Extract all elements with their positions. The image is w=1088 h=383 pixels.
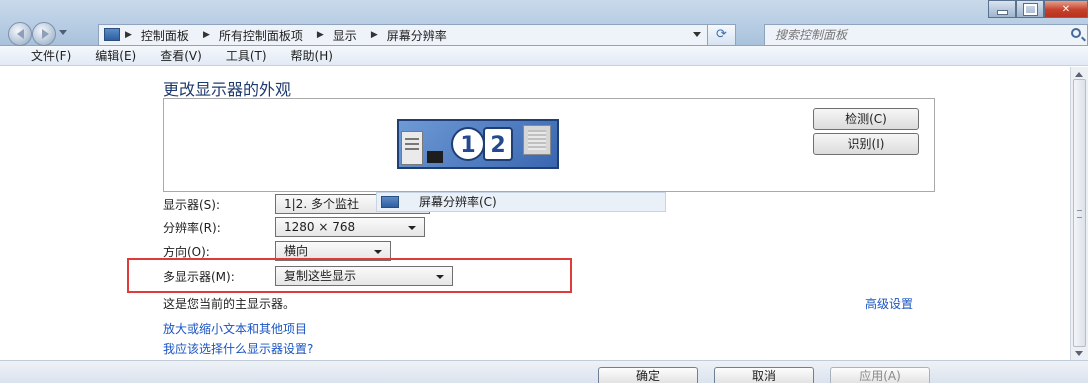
maximize-icon[interactable] (1016, 0, 1044, 18)
monitor-base (427, 151, 443, 163)
menu-view[interactable]: 查看(V) (160, 47, 202, 64)
control-panel-icon (104, 28, 120, 41)
identify-button[interactable]: 识别(I) (813, 133, 919, 155)
menu-bar: 文件(F) 编辑(E) 查看(V) 工具(T) 帮助(H) (0, 46, 1088, 66)
breadcrumb-separator-icon[interactable]: ▶ (371, 30, 378, 40)
resolution-select[interactable]: 1280 × 768 (275, 217, 425, 237)
menu-tools[interactable]: 工具(T) (226, 47, 267, 64)
breadcrumb-all-items[interactable]: 所有控制面板项 (219, 27, 303, 44)
breadcrumb-resolution[interactable]: 屏幕分辨率 (387, 27, 447, 44)
search-icon[interactable] (1071, 28, 1081, 38)
breadcrumb: ▶ 控制面板 ▶ 所有控制面板项 ▶ 显示 ▶ 屏幕分辨率 (125, 27, 461, 44)
menu-help[interactable]: 帮助(H) (291, 47, 333, 64)
monitor-preview-panel: 1 2 检测(C) 识别(I) (163, 98, 935, 192)
monitor-stack-icon (523, 125, 551, 155)
breadcrumb-separator-icon[interactable]: ▶ (125, 30, 132, 40)
detect-button[interactable]: 检测(C) (813, 108, 919, 130)
search-box[interactable] (764, 24, 1088, 46)
monitor-number-1[interactable]: 1 (451, 127, 485, 161)
monitor-number-2[interactable]: 2 (483, 127, 513, 161)
scroll-down-arrow-icon[interactable] (1075, 351, 1083, 360)
ok-button[interactable]: 确定 (598, 367, 698, 383)
breadcrumb-separator-icon[interactable]: ▶ (203, 30, 210, 40)
scroll-up-arrow-icon[interactable] (1075, 68, 1083, 77)
scroll-thumb[interactable] (1073, 79, 1086, 347)
text-size-link[interactable]: 放大或缩小文本和其他项目 (163, 320, 307, 337)
advanced-settings-link[interactable]: 高级设置 (865, 295, 913, 312)
apply-button[interactable]: 应用(A) (830, 367, 930, 383)
page-title: 更改显示器的外观 (163, 80, 292, 99)
computer-tower-icon (401, 131, 423, 165)
forward-arrow-icon[interactable] (32, 22, 56, 46)
back-arrow-icon[interactable] (8, 22, 32, 46)
dialog-footer: 确定 取消 应用(A) (0, 360, 1088, 383)
minimize-icon[interactable] (988, 0, 1016, 18)
main-content: 更改显示器的外观 1 2 检测(C) 识别(I) 显示器(S): 1|2. 多个… (0, 67, 1070, 360)
menu-file[interactable]: 文件(F) (31, 47, 71, 64)
primary-display-status: 这是您当前的主显示器。 (163, 297, 296, 311)
resolution-label: 分辨率(R): (163, 221, 221, 235)
title-bar: ▶ 控制面板 ▶ 所有控制面板项 ▶ 显示 ▶ 屏幕分辨率 ⟳ ✕ (0, 0, 1088, 46)
address-dropdown-icon[interactable] (693, 32, 701, 41)
tooltip-text: 屏幕分辨率(C) (419, 195, 497, 209)
vertical-scrollbar[interactable] (1070, 67, 1088, 360)
refresh-icon[interactable]: ⟳ (707, 25, 735, 45)
screen-resolution-icon (381, 196, 399, 208)
breadcrumb-control-panel[interactable]: 控制面板 (141, 27, 189, 44)
cancel-button[interactable]: 取消 (714, 367, 814, 383)
display-help-link[interactable]: 我应该选择什么显示器设置? (163, 340, 313, 357)
close-icon[interactable]: ✕ (1044, 0, 1088, 18)
menu-edit[interactable]: 编辑(E) (95, 47, 136, 64)
address-bar[interactable]: ▶ 控制面板 ▶ 所有控制面板项 ▶ 显示 ▶ 屏幕分辨率 ⟳ (98, 24, 736, 46)
highlight-annotation-box (127, 258, 572, 293)
breadcrumb-separator-icon[interactable]: ▶ (317, 30, 324, 40)
window-controls: ✕ (988, 0, 1088, 18)
search-input[interactable] (765, 25, 1055, 45)
recent-pages-dropdown-icon[interactable] (59, 30, 67, 39)
resolution-tooltip: 屏幕分辨率(C) (376, 192, 666, 212)
monitor-graphic[interactable]: 1 2 (397, 119, 559, 169)
display-label: 显示器(S): (163, 198, 221, 212)
breadcrumb-display[interactable]: 显示 (333, 27, 357, 44)
